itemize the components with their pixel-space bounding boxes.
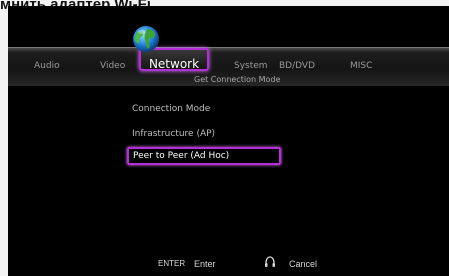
tab-misc[interactable]: MISC <box>350 61 372 71</box>
submenu-title: Get Connection Mode <box>194 75 281 84</box>
option-infrastructure-ap[interactable]: Infrastructure (AP) <box>132 129 215 139</box>
tab-system[interactable]: System <box>234 61 268 71</box>
cancel-label: Cancel <box>289 259 318 269</box>
tab-video[interactable]: Video <box>100 61 125 71</box>
tab-audio[interactable]: Audio <box>34 61 60 71</box>
tab-bd-dvd[interactable]: BD/DVD <box>279 61 315 71</box>
globe-icon <box>133 26 159 52</box>
enter-key-hint: ENTER <box>158 259 186 268</box>
settings-screen: Audio Video Network System BD/DVD MISC G… <box>8 6 449 276</box>
enter-label: Enter <box>194 259 216 269</box>
headset-icon <box>265 256 275 267</box>
option-peer-to-peer[interactable]: Peer to Peer (Ad Hoc) <box>127 147 281 165</box>
footer-bar <box>8 250 449 276</box>
option-connection-mode: Connection Mode <box>132 104 211 114</box>
